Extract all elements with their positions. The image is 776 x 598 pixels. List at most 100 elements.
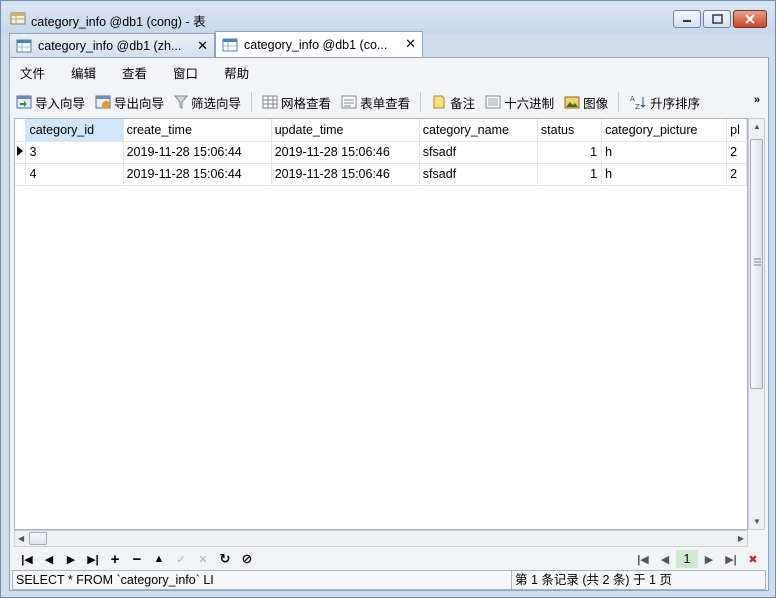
prev-record-icon[interactable]: ◀ [38, 551, 60, 567]
row-indicator-header [15, 119, 27, 142]
row-indicator [15, 163, 27, 186]
hex-button[interactable]: 十六进制 [485, 93, 554, 112]
cell[interactable]: 2019-11-28 15:06:46 [271, 141, 420, 164]
table-pane: 文件 编辑 查看 窗口 帮助 导入向导 导出向导 筛选向导 网格查看 表单查看 … [9, 57, 769, 591]
app-window: category_info @db1 (cong) - 表 category_i… [0, 0, 776, 598]
cell[interactable]: sfsadf [419, 141, 538, 164]
page-number-input[interactable]: 1 [676, 550, 698, 568]
toolbar-divider [420, 92, 422, 112]
add-record-icon[interactable]: + [104, 551, 126, 568]
column-header-status[interactable]: status [537, 119, 603, 142]
cell[interactable]: 2019-11-28 15:06:44 [123, 141, 272, 164]
cell[interactable]: 2019-11-28 15:06:44 [123, 163, 272, 186]
apply-changes-icon[interactable]: ✓ [170, 551, 192, 567]
cell[interactable]: 1 [537, 163, 603, 186]
column-header-create-time[interactable]: create_time [123, 119, 272, 142]
tab-label: category_info @db1 (co... [244, 38, 388, 52]
menu-edit[interactable]: 编辑 [71, 63, 96, 82]
cell[interactable]: h [601, 141, 728, 164]
sort-ascending-button[interactable]: AZ 升序排序 [629, 93, 700, 112]
image-button[interactable]: 图像 [564, 93, 608, 112]
horizontal-scroll-thumb[interactable] [29, 532, 47, 545]
prev-page-icon[interactable]: ◀ [654, 551, 676, 567]
tab-strip: category_info @db1 (zh... ✕ category_inf… [9, 31, 771, 58]
memo-button[interactable]: 备注 [431, 93, 475, 112]
export-wizard-button[interactable]: 导出向导 [95, 93, 164, 112]
table-icon [222, 38, 238, 52]
menu-window[interactable]: 窗口 [173, 63, 198, 82]
current-row-indicator-icon [15, 141, 27, 164]
column-header-update-time[interactable]: update_time [271, 119, 420, 142]
filter-icon [174, 95, 189, 109]
tab-category-info-2[interactable]: category_info @db1 (co... ✕ [215, 31, 423, 58]
status-sql: SELECT * FROM `category_info` LI [12, 570, 512, 590]
first-page-icon[interactable]: |◀ [632, 551, 654, 567]
tools-icon[interactable]: ✖ [742, 551, 764, 567]
cell[interactable]: 4 [25, 163, 124, 186]
vertical-scrollbar[interactable]: ▲ ▼ [748, 118, 765, 530]
scroll-right-icon[interactable]: ▶ [738, 534, 744, 543]
cell[interactable]: 2019-11-28 15:06:46 [271, 163, 420, 186]
svg-text:Z: Z [635, 103, 640, 110]
menu-file[interactable]: 文件 [20, 63, 45, 82]
menu-help[interactable]: 帮助 [224, 63, 249, 82]
close-icon[interactable]: ✕ [197, 38, 208, 54]
table-icon [16, 39, 32, 53]
note-icon [433, 95, 445, 109]
cell[interactable]: 2 [726, 141, 747, 164]
scroll-up-icon[interactable]: ▲ [753, 122, 761, 131]
column-header-truncated[interactable]: pl [726, 119, 747, 142]
next-record-icon[interactable]: ▶ [60, 551, 82, 567]
tab-category-info-1[interactable]: category_info @db1 (zh... ✕ [9, 33, 215, 57]
data-grid[interactable]: category_id create_time update_time cate… [14, 118, 748, 530]
svg-text:A: A [630, 95, 635, 103]
cell[interactable]: 2 [726, 163, 747, 186]
import-wizard-button[interactable]: 导入向导 [16, 93, 85, 112]
table-row[interactable]: 4 2019-11-28 15:06:44 2019-11-28 15:06:4… [15, 163, 747, 186]
column-header-category-name[interactable]: category_name [419, 119, 538, 142]
import-icon [16, 95, 32, 109]
minimize-button[interactable] [673, 10, 701, 28]
filter-wizard-button[interactable]: 筛选向导 [174, 93, 241, 112]
cell[interactable]: 3 [25, 141, 124, 164]
last-record-icon[interactable]: ▶| [82, 551, 104, 567]
toolbar-overflow-icon[interactable]: » [754, 94, 760, 106]
cell[interactable]: 1 [537, 141, 603, 164]
menu-bar: 文件 编辑 查看 窗口 帮助 [10, 58, 768, 86]
scroll-down-icon[interactable]: ▼ [753, 517, 761, 526]
edit-record-icon[interactable]: ▲ [148, 551, 170, 567]
close-icon[interactable]: ✕ [405, 36, 416, 52]
tab-label: category_info @db1 (zh... [38, 38, 182, 53]
grid-view-button[interactable]: 网格查看 [262, 93, 331, 112]
horizontal-scrollbar[interactable]: ◀ ▶ [14, 530, 748, 547]
last-page-icon[interactable]: ▶| [720, 551, 742, 567]
table-row[interactable]: 3 2019-11-28 15:06:44 2019-11-28 15:06:4… [15, 141, 747, 164]
form-view-button[interactable]: 表单查看 [341, 93, 410, 112]
stop-icon[interactable]: ⊘ [236, 551, 258, 567]
maximize-button[interactable] [703, 10, 731, 28]
cell[interactable]: h [601, 163, 728, 186]
title-bar: category_info @db1 (cong) - 表 [1, 1, 775, 33]
hex-icon [485, 95, 501, 109]
sort-az-icon: AZ [630, 95, 646, 110]
status-bar: SELECT * FROM `category_info` LI 第 1 条记录… [12, 570, 766, 590]
vertical-scroll-thumb[interactable] [750, 139, 763, 389]
record-navigation-bar: |◀ ◀ ▶ ▶| + − ▲ ✓ ✕ ↻ ⊘ |◀ ◀ 1 ▶ ▶| ✖ [10, 548, 768, 570]
column-header-category-picture[interactable]: category_picture [601, 119, 728, 142]
column-header-category-id[interactable]: category_id [25, 119, 124, 142]
grid-icon [262, 95, 278, 109]
next-page-icon[interactable]: ▶ [698, 551, 720, 567]
table-icon [10, 11, 26, 25]
toolbar-divider [251, 92, 253, 112]
refresh-icon[interactable]: ↻ [214, 551, 236, 567]
cell[interactable]: sfsadf [419, 163, 538, 186]
status-record-info: 第 1 条记录 (共 2 条) 于 1 页 [512, 570, 766, 590]
scroll-left-icon[interactable]: ◀ [18, 534, 24, 543]
first-record-icon[interactable]: |◀ [16, 551, 38, 567]
close-button[interactable] [733, 10, 767, 28]
discard-changes-icon[interactable]: ✕ [192, 551, 214, 567]
menu-view[interactable]: 查看 [122, 63, 147, 82]
header-row: category_id create_time update_time cate… [15, 119, 747, 142]
image-icon [564, 96, 580, 109]
delete-record-icon[interactable]: − [126, 551, 148, 568]
